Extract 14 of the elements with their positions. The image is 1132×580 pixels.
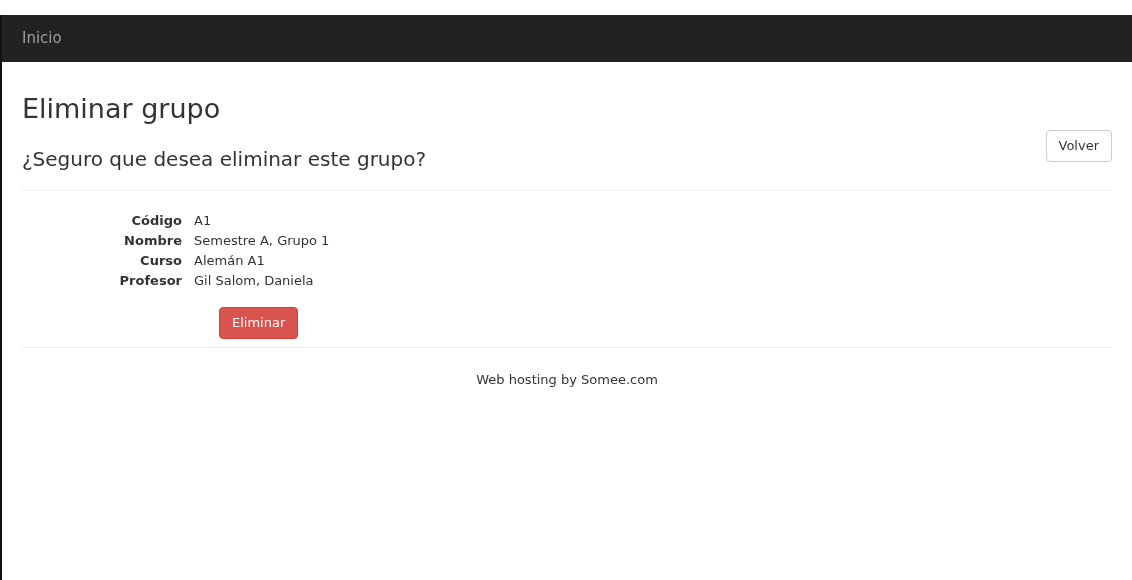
confirmation-question: ¿Seguro que desea eliminar este grupo? [22,146,427,173]
field-label: Código [130,212,182,230]
field-label: Profesor [118,272,182,290]
page-title: Eliminar grupo [22,95,222,122]
delete-button[interactable]: Eliminar [219,307,299,339]
field-value: Semestre A, Grupo 1 [194,232,330,250]
field-value: Alemán A1 [194,252,266,270]
field-value: A1 [194,212,213,230]
footer-text: Web hosting by Somee.com [475,371,659,389]
field-label: Nombre [123,232,182,250]
field-label: Curso [139,252,182,270]
back-button[interactable]: Volver [1045,130,1112,162]
field-value: Gil Salom, Daniela [194,272,315,290]
home-link[interactable]: Inicio [22,27,62,50]
